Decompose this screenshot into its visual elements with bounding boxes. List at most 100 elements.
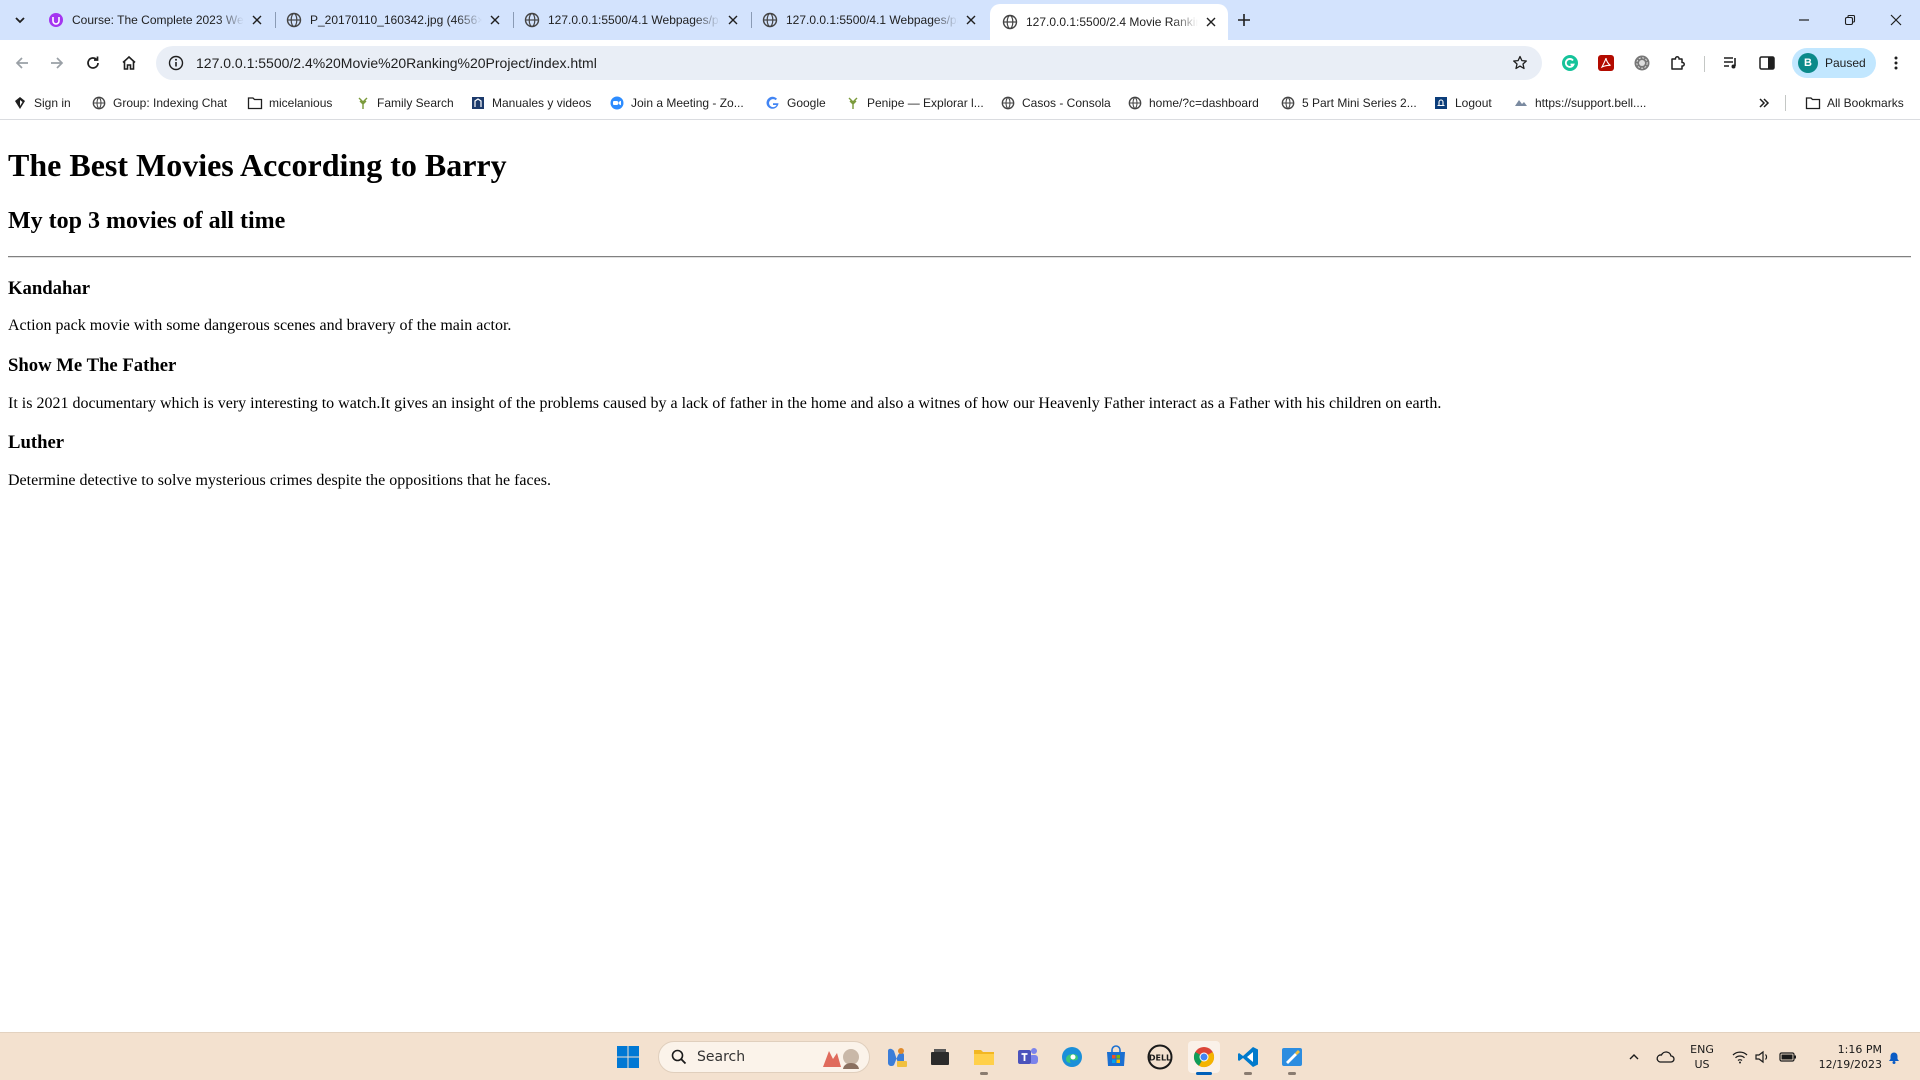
bookmark-sign-in[interactable]: Sign in (12, 92, 71, 114)
profile-button[interactable]: B Paused (1792, 48, 1876, 78)
task-view-icon[interactable] (924, 1041, 956, 1073)
address-bar[interactable]: 127.0.0.1:5500/2.4%20Movie%20Ranking%20P… (156, 46, 1542, 80)
bookmarks-overflow-button[interactable] (1757, 92, 1771, 114)
onedrive-icon[interactable] (1652, 1045, 1678, 1069)
info-icon[interactable] (160, 47, 192, 79)
close-icon[interactable] (962, 11, 980, 29)
copilot-preview-icon[interactable] (880, 1041, 912, 1073)
bookmark-casos-consola[interactable]: Casos - Consola (1000, 92, 1111, 114)
profile-status: Paused (1825, 56, 1866, 70)
chrome-icon[interactable] (1188, 1041, 1220, 1075)
tab-title: 127.0.0.1:5500/4.1 Webpages/pages/ (786, 13, 958, 27)
battery-icon[interactable] (1776, 1045, 1800, 1069)
bookmark-logout[interactable]: Logout (1433, 92, 1492, 114)
tab-webpages-2[interactable]: 127.0.0.1:5500/4.1 Webpages/pages/ (750, 4, 988, 36)
bookmark-label: Sign in (34, 96, 71, 110)
browser-menu-button[interactable] (1884, 51, 1908, 75)
notification-bell-icon[interactable] (1882, 1045, 1906, 1069)
extension-gear-icon[interactable] (1630, 51, 1654, 75)
show-hidden-icons-button[interactable] (1622, 1045, 1646, 1069)
tab-title: 127.0.0.1:5500/4.1 Webpages/pages/ (548, 13, 720, 27)
grammarly-icon[interactable] (1558, 51, 1582, 75)
clock-date: 12/19/2023 (1818, 1058, 1882, 1071)
bookmark-star-icon[interactable] (1504, 47, 1536, 79)
bell-logo-icon (1433, 95, 1449, 111)
bookmarks-bar: Sign in Group: Indexing Chat micelanious… (0, 86, 1920, 120)
home-button[interactable] (113, 47, 145, 79)
forward-button[interactable] (41, 47, 73, 79)
bookmark-label: https://support.bell.... (1535, 96, 1647, 110)
taskbar-search-box[interactable]: Search (658, 1041, 870, 1073)
page-subtitle: My top 3 movies of all time (8, 208, 286, 234)
extensions-puzzle-icon[interactable] (1666, 51, 1690, 75)
globe-icon (1002, 14, 1018, 30)
windows-logo-icon (617, 1046, 639, 1068)
tab-webpages-1[interactable]: 127.0.0.1:5500/4.1 Webpages/pages/ (512, 4, 750, 36)
udemy-icon (48, 12, 64, 28)
media-control-icon[interactable] (1719, 51, 1743, 75)
dell-icon[interactable]: DELL (1144, 1041, 1176, 1073)
home-icon (122, 55, 136, 70)
bookmark-app-icon (470, 95, 486, 111)
edge-icon[interactable] (1056, 1041, 1088, 1073)
tab-search-button[interactable] (8, 8, 32, 32)
minimize-button[interactable] (1781, 0, 1827, 40)
tab-title: P_20170110_160342.jpg (4656×3492) (310, 13, 482, 27)
address-url[interactable]: 127.0.0.1:5500/2.4%20Movie%20Ranking%20P… (196, 55, 1504, 71)
tab-movie-ranking-active[interactable]: 127.0.0.1:5500/2.4 Movie Ranking Project… (990, 4, 1228, 40)
globe-icon (524, 12, 540, 28)
start-button[interactable] (612, 1041, 644, 1073)
avatar: B (1798, 53, 1818, 73)
chevron-down-icon (15, 17, 25, 24)
bookmark-google[interactable]: Google (765, 92, 826, 114)
close-icon[interactable] (1202, 13, 1220, 31)
language-indicator[interactable]: ENG US (1684, 1042, 1720, 1072)
bookmark-label: Casos - Consola (1022, 96, 1111, 110)
wifi-icon[interactable] (1728, 1045, 1752, 1069)
bookmark-manuales-videos[interactable]: Manuales y videos (470, 92, 591, 114)
close-window-button[interactable] (1873, 0, 1919, 40)
back-button[interactable] (6, 47, 38, 79)
tab-udemy-course[interactable]: Course: The Complete 2023 Web Developmen… (36, 4, 274, 36)
file-explorer-icon[interactable] (968, 1041, 1000, 1075)
page-title: The Best Movies According to Barry (8, 147, 507, 183)
all-bookmarks-button[interactable]: All Bookmarks (1805, 92, 1904, 114)
google-icon (765, 95, 781, 111)
bookmark-folder-micelanious[interactable]: micelanious (247, 92, 332, 114)
volume-icon[interactable] (1752, 1045, 1774, 1069)
paint-icon[interactable] (1276, 1041, 1308, 1075)
bookmark-zoom-meeting[interactable]: Join a Meeting - Zo... (609, 92, 744, 114)
minimize-icon (1799, 19, 1809, 21)
chevron-up-icon (1629, 1054, 1639, 1060)
bookmark-group-indexing-chat[interactable]: Group: Indexing Chat (91, 92, 227, 114)
bookmark-penipe[interactable]: Penipe — Explorar l... (845, 92, 984, 114)
close-icon[interactable] (486, 11, 504, 29)
bookmark-home-dashboard[interactable]: home/?c=dashboard (1127, 92, 1259, 114)
bookmark-mini-series[interactable]: 5 Part Mini Series 2... (1280, 92, 1417, 114)
close-icon (1890, 14, 1902, 26)
bookmark-support-bell[interactable]: https://support.bell.... (1513, 92, 1646, 114)
movie-title-3: Luther (8, 432, 65, 453)
acrobat-icon[interactable] (1594, 51, 1618, 75)
bookmark-label: Group: Indexing Chat (113, 96, 228, 110)
bookmark-label: Manuales y videos (492, 96, 592, 110)
side-panel-icon[interactable] (1755, 51, 1779, 75)
restore-button[interactable] (1827, 0, 1873, 40)
tree-icon (355, 95, 371, 111)
clock[interactable]: 1:16 PM 12/19/2023 (1808, 1042, 1882, 1072)
folder-icon (1805, 95, 1821, 111)
close-icon[interactable] (248, 11, 266, 29)
microsoft-store-icon[interactable] (1100, 1041, 1132, 1073)
bookmark-family-search[interactable]: Family Search (355, 92, 454, 114)
new-tab-button[interactable] (1232, 8, 1256, 32)
arrow-right-icon (51, 57, 64, 69)
search-highlight-icon (819, 1045, 863, 1071)
close-icon[interactable] (724, 11, 742, 29)
vscode-icon[interactable] (1232, 1041, 1264, 1075)
folder-icon (247, 95, 263, 111)
movie-description-3: Determine detective to solve mysterious … (8, 472, 551, 489)
tab-photo-jpg[interactable]: P_20170110_160342.jpg (4656×3492) (274, 4, 512, 36)
reload-button[interactable] (77, 47, 109, 79)
teams-icon[interactable] (1012, 1041, 1044, 1073)
movie-title-2: Show Me The Father (8, 355, 177, 376)
